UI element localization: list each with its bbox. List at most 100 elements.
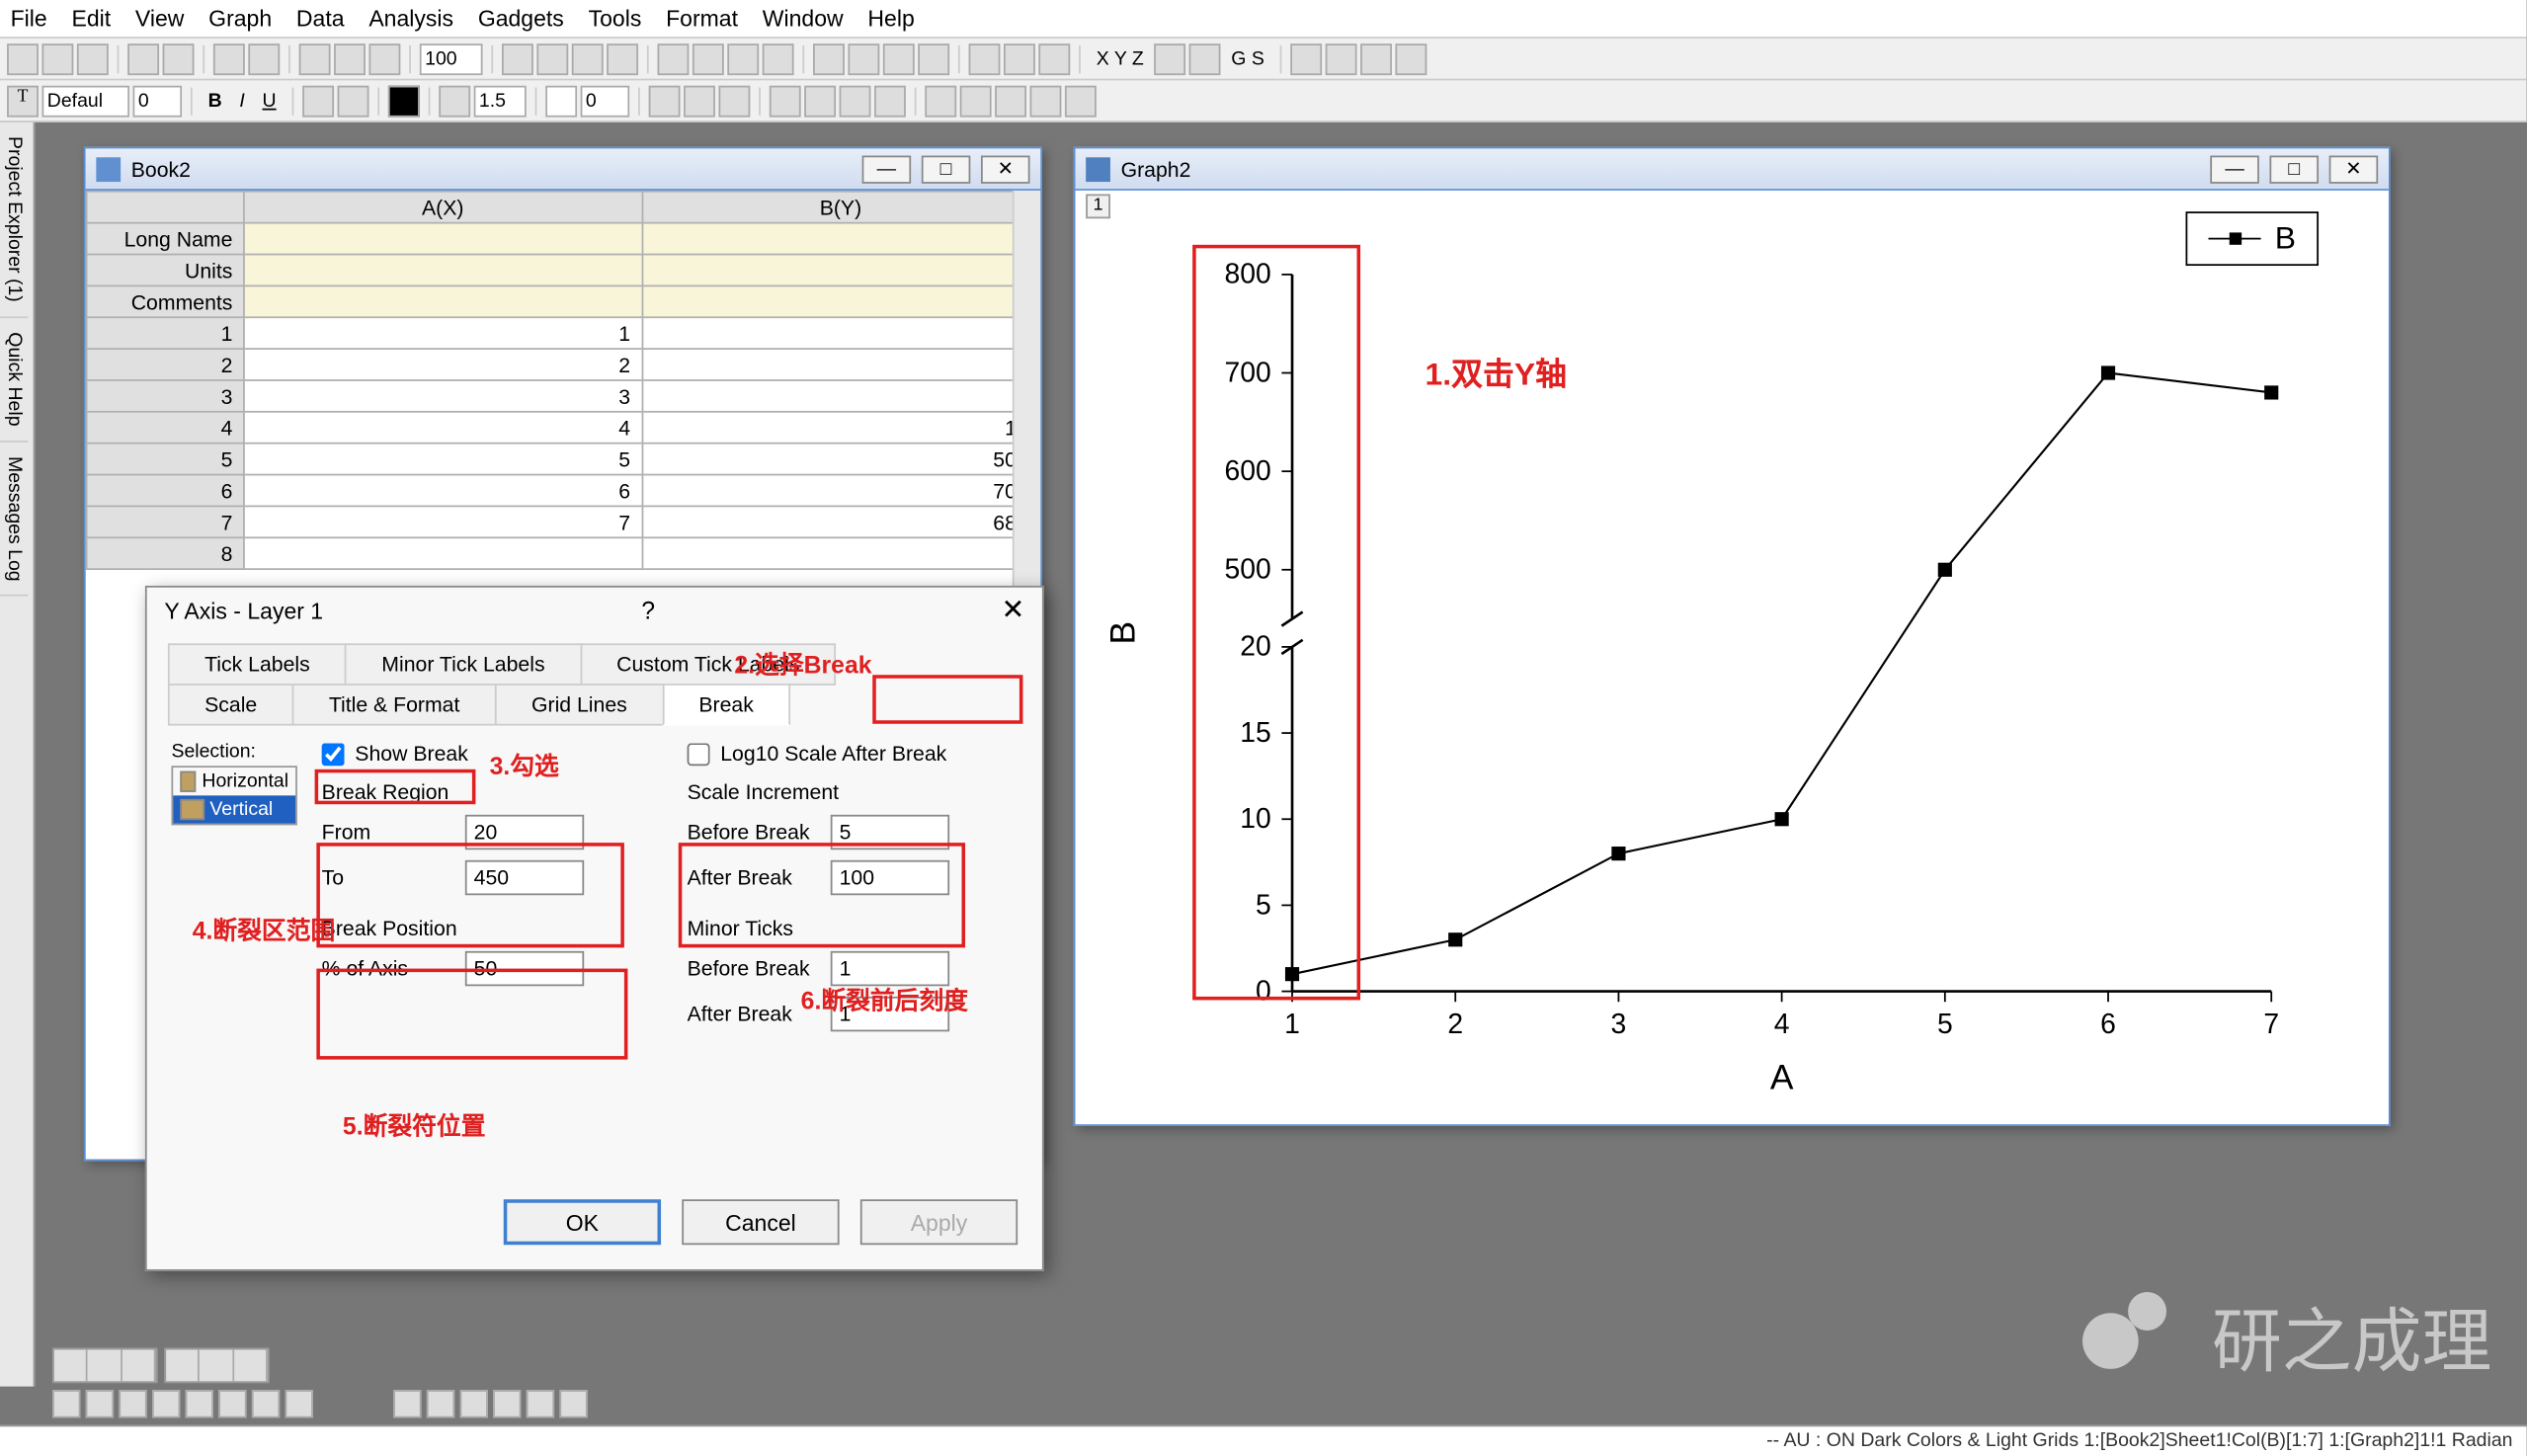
bold-icon[interactable]: B bbox=[202, 90, 229, 111]
print-icon[interactable] bbox=[213, 42, 245, 74]
tb-icon[interactable] bbox=[969, 42, 1001, 74]
tb-icon[interactable] bbox=[1326, 42, 1357, 74]
column-plot-icon[interactable] bbox=[152, 1390, 180, 1417]
italic-icon[interactable]: I bbox=[232, 90, 252, 111]
menu-analysis[interactable]: Analysis bbox=[368, 5, 453, 32]
window-tab-book[interactable] bbox=[52, 1348, 157, 1383]
tb-icon[interactable] bbox=[718, 85, 750, 117]
tb-icon[interactable] bbox=[874, 85, 906, 117]
tb-icon[interactable] bbox=[1154, 42, 1185, 74]
tb-icon[interactable] bbox=[770, 85, 801, 117]
subscript-icon[interactable] bbox=[338, 85, 369, 117]
before-break-input[interactable] bbox=[831, 815, 949, 849]
tb-icon[interactable] bbox=[763, 42, 794, 74]
paste-icon[interactable] bbox=[368, 42, 400, 74]
tb-icon[interactable] bbox=[1029, 85, 1061, 117]
pie-plot-icon[interactable] bbox=[218, 1390, 246, 1417]
tb-icon[interactable] bbox=[658, 42, 690, 74]
menu-window[interactable]: Window bbox=[763, 5, 844, 32]
line-style-icon[interactable] bbox=[439, 85, 470, 117]
fill-color-icon[interactable] bbox=[545, 85, 577, 117]
tab-minor-tick-labels[interactable]: Minor Tick Labels bbox=[345, 643, 582, 685]
tb-icon[interactable] bbox=[502, 42, 533, 74]
tb-icon[interactable] bbox=[1038, 42, 1070, 74]
tb-icon[interactable] bbox=[960, 85, 992, 117]
selection-vertical[interactable]: Vertical bbox=[173, 795, 295, 823]
tb-icon[interactable] bbox=[693, 42, 724, 74]
zoom-input[interactable] bbox=[420, 42, 483, 74]
superscript-icon[interactable] bbox=[302, 85, 334, 117]
tp-icon[interactable] bbox=[393, 1390, 421, 1417]
pct-axis-input[interactable] bbox=[465, 951, 584, 986]
from-input[interactable] bbox=[465, 815, 584, 849]
new-project-icon[interactable] bbox=[7, 42, 39, 74]
sidetab-messages-log[interactable]: Messages Log bbox=[0, 442, 28, 597]
tb-icon[interactable] bbox=[813, 42, 845, 74]
duplicate-icon[interactable] bbox=[248, 42, 280, 74]
tb-icon[interactable] bbox=[883, 42, 915, 74]
menu-help[interactable]: Help bbox=[867, 5, 914, 32]
tab-scale[interactable]: Scale bbox=[168, 684, 293, 725]
font-size-input[interactable] bbox=[133, 85, 183, 117]
tb-icon[interactable] bbox=[1290, 42, 1322, 74]
tb-icon[interactable] bbox=[804, 85, 836, 117]
tb-icon[interactable] bbox=[649, 85, 681, 117]
tb-icon[interactable] bbox=[848, 42, 879, 74]
scatter-plot-icon[interactable] bbox=[86, 1390, 114, 1417]
minimize-button[interactable]: — bbox=[862, 155, 912, 183]
tb-icon[interactable] bbox=[918, 42, 949, 74]
save-icon[interactable] bbox=[77, 42, 109, 74]
tp-icon[interactable] bbox=[460, 1390, 488, 1417]
menu-tools[interactable]: Tools bbox=[589, 5, 642, 32]
export-icon[interactable] bbox=[163, 42, 195, 74]
tb-icon[interactable] bbox=[1065, 85, 1097, 117]
tb-icon[interactable] bbox=[1004, 42, 1035, 74]
show-break-checkbox[interactable] bbox=[322, 742, 345, 765]
graph-titlebar[interactable]: Graph2 — □ ✕ bbox=[1076, 148, 2389, 190]
menu-file[interactable]: File bbox=[11, 5, 47, 32]
selection-horizontal[interactable]: Horizontal bbox=[173, 768, 295, 795]
layer-indicator[interactable]: 1 bbox=[1086, 194, 1110, 218]
tb-icon[interactable] bbox=[684, 85, 715, 117]
tab-tick-labels[interactable]: Tick Labels bbox=[168, 643, 347, 685]
dialog-titlebar[interactable]: Y Axis - Layer 1 ? ✕ bbox=[147, 588, 1042, 633]
tp-icon[interactable] bbox=[559, 1390, 587, 1417]
log10-checkbox[interactable] bbox=[688, 742, 710, 765]
workbook-titlebar[interactable]: Book2 — □ ✕ bbox=[86, 148, 1040, 190]
maximize-button[interactable]: □ bbox=[922, 155, 971, 183]
help-icon[interactable]: ? bbox=[641, 597, 655, 624]
sidetab-quick-help[interactable]: Quick Help bbox=[0, 318, 28, 442]
axis-selection-list[interactable]: Horizontal Vertical bbox=[171, 766, 296, 825]
minor-after-input[interactable] bbox=[831, 997, 949, 1031]
minimize-button[interactable]: — bbox=[2210, 155, 2259, 183]
after-break-input[interactable] bbox=[831, 860, 949, 895]
text-tool-icon[interactable]: T bbox=[7, 85, 39, 117]
tb-icon[interactable] bbox=[925, 85, 956, 117]
line-width-input[interactable] bbox=[474, 85, 527, 117]
tb-icon[interactable] bbox=[727, 42, 759, 74]
menu-edit[interactable]: Edit bbox=[71, 5, 111, 32]
ok-button[interactable]: OK bbox=[504, 1199, 661, 1245]
copy-icon[interactable] bbox=[334, 42, 366, 74]
menu-graph[interactable]: Graph bbox=[208, 5, 272, 32]
contour-plot-icon[interactable] bbox=[285, 1390, 313, 1417]
sidetab-project-explorer[interactable]: Project Explorer (1) bbox=[0, 122, 28, 318]
chart-plot[interactable]: 051015205006007008001234567AB bbox=[1083, 222, 2377, 1114]
to-input[interactable] bbox=[465, 860, 584, 895]
tb-icon[interactable] bbox=[840, 85, 871, 117]
maximize-button[interactable]: □ bbox=[2269, 155, 2319, 183]
size2-input[interactable] bbox=[581, 85, 630, 117]
tp-icon[interactable] bbox=[427, 1390, 454, 1417]
font-name-input[interactable] bbox=[41, 85, 129, 117]
cancel-button[interactable]: Cancel bbox=[682, 1199, 839, 1245]
bar-plot-icon[interactable] bbox=[119, 1390, 146, 1417]
tab-grid-lines[interactable]: Grid Lines bbox=[495, 684, 664, 725]
tb-icon[interactable] bbox=[1396, 42, 1427, 74]
tab-custom-tick-labels[interactable]: Custom Tick Labels bbox=[580, 643, 837, 685]
line-plot-icon[interactable] bbox=[52, 1390, 80, 1417]
tp-icon[interactable] bbox=[493, 1390, 521, 1417]
menu-gadgets[interactable]: Gadgets bbox=[478, 5, 564, 32]
tb-icon[interactable] bbox=[536, 42, 568, 74]
open-icon[interactable] bbox=[41, 42, 73, 74]
apply-button[interactable]: Apply bbox=[860, 1199, 1018, 1245]
